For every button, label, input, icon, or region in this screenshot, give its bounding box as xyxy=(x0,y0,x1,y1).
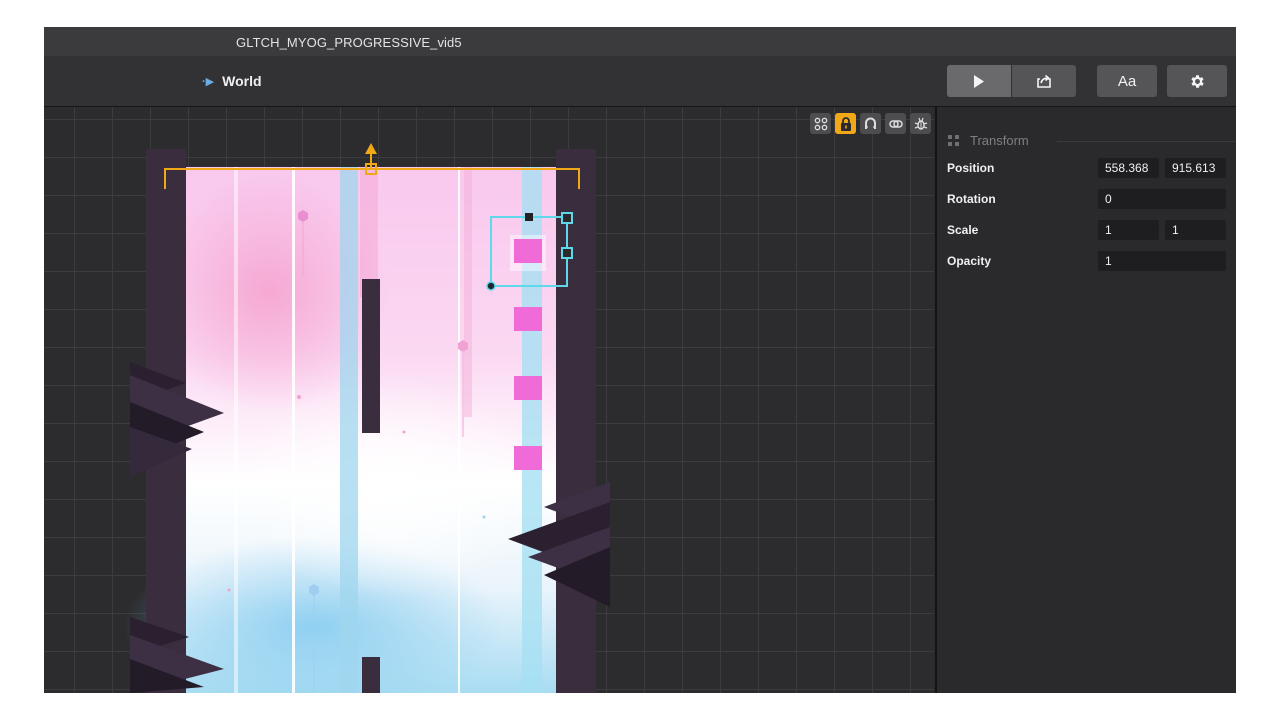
link-tool-button[interactable] xyxy=(885,113,906,134)
rotation-row: Rotation 0 xyxy=(947,189,1232,209)
debug-tool-button[interactable] xyxy=(910,113,931,134)
breadcrumb-world[interactable]: World xyxy=(222,73,261,89)
play-icon xyxy=(974,74,984,88)
rotation-field[interactable]: 0 xyxy=(1098,189,1226,209)
breadcrumb-arrow-icon: ·▶ xyxy=(202,75,215,88)
settings-button[interactable] xyxy=(1167,65,1227,97)
font-button[interactable]: Aa xyxy=(1097,65,1157,97)
play-button[interactable] xyxy=(947,65,1011,97)
gear-icon xyxy=(1190,74,1204,88)
transform-icon xyxy=(948,135,959,146)
center-pillar-bottom[interactable] xyxy=(362,657,380,693)
center-pillar[interactable] xyxy=(362,279,380,433)
title-bar: GLTCH_MYOG_PROGRESSIVE_vid5 xyxy=(44,27,1236,56)
rotation-label: Rotation xyxy=(947,192,996,206)
scale-row: Scale 1 1 xyxy=(947,220,1232,240)
magnet-tool-button[interactable] xyxy=(860,113,881,134)
scene-viewport[interactable] xyxy=(44,107,934,693)
window-title: GLTCH_MYOG_PROGRESSIVE_vid5 xyxy=(236,35,462,50)
lock-icon xyxy=(840,116,851,131)
magnet-icon xyxy=(865,117,876,129)
editor-window: GLTCH_MYOG_PROGRESSIVE_vid5 ·▶ World Aa xyxy=(44,27,1236,693)
position-row: Position 558.368 915.613 xyxy=(947,158,1232,178)
lock-tool-button[interactable] xyxy=(835,113,856,134)
toolbar: ·▶ World Aa xyxy=(44,56,1236,133)
pin-icon xyxy=(814,117,827,130)
pin-tool-button[interactable] xyxy=(810,113,831,134)
opacity-field[interactable]: 1 xyxy=(1098,251,1226,271)
scale-label: Scale xyxy=(947,223,979,237)
share-icon xyxy=(1037,74,1051,88)
transform-section-title: Transform xyxy=(970,133,1029,148)
section-divider xyxy=(1057,141,1236,142)
transform-section-header[interactable]: Transform xyxy=(947,133,1236,148)
share-button[interactable] xyxy=(1012,65,1076,97)
right-wall[interactable] xyxy=(556,149,596,693)
position-x-field[interactable]: 558.368 xyxy=(1098,158,1159,178)
opacity-label: Opacity xyxy=(947,254,992,268)
inspector-panel: Transform Position 558.368 915.613 Rotat… xyxy=(935,107,1236,693)
scale-x-field[interactable]: 1 xyxy=(1098,220,1159,240)
scale-y-field[interactable]: 1 xyxy=(1165,220,1226,240)
position-label: Position xyxy=(947,161,995,175)
position-y-field[interactable]: 915.613 xyxy=(1165,158,1226,178)
opacity-row: Opacity 1 xyxy=(947,251,1232,271)
scene-canvas[interactable] xyxy=(44,107,934,693)
breadcrumb[interactable]: ·▶ World xyxy=(202,73,262,89)
bug-icon xyxy=(914,117,927,130)
viewport-tools xyxy=(810,113,931,134)
link-icon xyxy=(888,119,903,128)
